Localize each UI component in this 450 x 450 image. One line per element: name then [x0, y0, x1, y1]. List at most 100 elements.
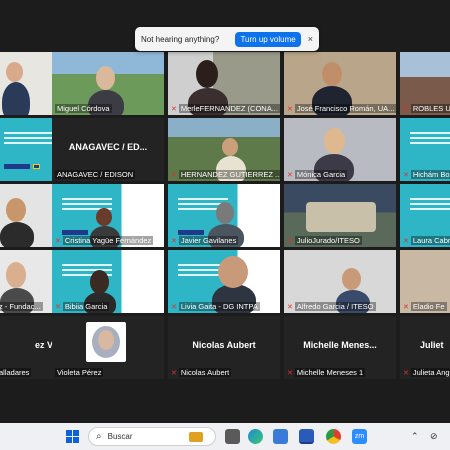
participant-name: Violeta Pérez [55, 368, 104, 377]
chrome-icon[interactable] [326, 429, 341, 444]
participant-name: Javier Gavilanes [178, 236, 239, 245]
participant-name-bar: ✕ Julieta Ang [403, 368, 450, 377]
participant-tile[interactable]: ✕ Bibiia Garcia [52, 250, 164, 313]
participant-name: Bibiia Garcia [62, 302, 110, 311]
participant-name-bar: z - Fundac... [0, 302, 43, 311]
participant-tile[interactable]: ✕ Javier Gavilanes [168, 184, 280, 247]
participant-name: José Francisco Román, UA... [294, 104, 396, 113]
participant-tile[interactable]: ✕ Livia Gaita - DG INTPA [168, 250, 280, 313]
participant-tile[interactable]: ✕ Alfredo Garcia / ITESO [284, 250, 396, 313]
windows-start-icon[interactable] [66, 430, 79, 443]
participant-tile[interactable]: ✕ Cristina Yagüe Fernández [52, 184, 164, 247]
participant-display-name: Juliet [420, 340, 444, 350]
participant-tile[interactable]: ✕ MerleFERNANDEZ (CONA... [168, 52, 280, 115]
participant-tile[interactable]: ✕ JulioJurado/ITESO [284, 184, 396, 247]
mic-muted-icon: ✕ [287, 171, 293, 179]
participant-name: JulioJurado/ITESO [294, 236, 362, 245]
network-off-icon[interactable]: ⊘ [430, 431, 438, 442]
participant-display-name: ANAGAVEC / ED... [68, 142, 148, 152]
participant-name-bar: ✕ Bibiia Garcia [55, 302, 110, 311]
mic-muted-icon: ✕ [171, 237, 177, 245]
participant-tile[interactable]: ✕ José Francisco Román, UA... [284, 52, 396, 115]
search-highlight-icon [189, 431, 203, 442]
word-icon[interactable] [299, 429, 314, 444]
mic-muted-icon: ✕ [171, 303, 177, 311]
participant-tile[interactable]: Nicolas Aubert ✕ Nicolas Aubert [168, 316, 280, 379]
participant-tile[interactable]: ✕ Laura Cabr [400, 184, 450, 247]
turn-up-volume-button[interactable]: Turn up volume [235, 31, 301, 47]
audio-toast: Not hearing anything? Turn up volume × [135, 27, 319, 51]
participant-name: Alfredo Garcia / ITESO [294, 302, 376, 311]
mic-muted-icon: ✕ [403, 171, 409, 179]
participant-display-name: Michelle Menes... [303, 340, 377, 350]
participant-name-bar: alladares [0, 368, 32, 377]
participant-tile[interactable]: Violeta Pérez [52, 316, 164, 379]
mic-muted-icon: ✕ [171, 105, 177, 113]
zoom-meeting-window: Not hearing anything? Turn up volume × M… [0, 0, 450, 450]
mic-muted-icon: ✕ [171, 171, 177, 179]
participant-name: ANAGAVEC / EDISON [55, 170, 136, 179]
participant-name-bar: ✕ JulioJurado/ITESO [287, 236, 362, 245]
participant-name-bar: ✕ José Francisco Román, UA... [287, 104, 396, 113]
participant-name: Laura Cabr [410, 236, 450, 245]
participant-name-bar: ✕ Eladio Fe [403, 302, 447, 311]
participant-name: HERNANDEZ GUTIERREZ ... [178, 170, 280, 179]
participant-name-bar: ✕ Laura Cabr [403, 236, 450, 245]
participant-name: Miguel Córdova [55, 104, 112, 113]
participant-name-bar: ✕ Livia Gaita - DG INTPA [171, 302, 260, 311]
participant-tile[interactable]: Michelle Menes... ✕ Michelle Meneses 1 [284, 316, 396, 379]
file-explorer-icon[interactable] [225, 429, 240, 444]
participant-name: Hichám Bo [410, 170, 450, 179]
participant-name-bar: ✕ HERNANDEZ GUTIERREZ ... [171, 170, 280, 179]
participant-name: Eladio Fe [410, 302, 447, 311]
mic-muted-icon: ✕ [403, 237, 409, 245]
edge-icon[interactable] [248, 429, 263, 444]
participant-name-bar: ✕ MerleFERNANDEZ (CONA... [171, 104, 280, 113]
mic-muted-icon: ✕ [287, 369, 293, 377]
participant-name-bar: ✕ Nicolas Aubert [171, 368, 232, 377]
participant-name: Livia Gaita - DG INTPA [178, 302, 260, 311]
participant-tile[interactable]: ✕ Eladio Fe [400, 250, 450, 313]
taskbar-search[interactable]: ⌕ Buscar [88, 427, 216, 446]
participant-name: Cristina Yagüe Fernández [62, 236, 154, 245]
chevron-up-icon[interactable]: ⌃ [411, 431, 419, 442]
avatar [86, 322, 126, 362]
participant-tile[interactable]: ✕ HERNANDEZ GUTIERREZ ... [168, 118, 280, 181]
participant-name-bar: ✕ Cristina Yagüe Fernández [55, 236, 154, 245]
participant-display-name: Nicolas Aubert [192, 340, 256, 350]
mic-muted-icon: ✕ [287, 237, 293, 245]
mic-muted-icon: ✕ [171, 369, 177, 377]
participant-name-bar: ✕ Javier Gavilanes [171, 236, 239, 245]
zoom-icon[interactable]: zm [352, 429, 367, 444]
windows-taskbar: ⌕ Buscar zm ⌃ ⊘ [0, 423, 450, 450]
participant-name: alladares [0, 368, 32, 377]
mic-muted-icon: ✕ [403, 105, 409, 113]
participant-name-bar: ANAGAVEC / EDISON [55, 170, 136, 179]
participant-tile[interactable]: Juliet ✕ Julieta Ang [400, 316, 450, 379]
participant-name-bar: ✕ ROBLES U [403, 104, 450, 113]
participant-name: ROBLES U [410, 104, 450, 113]
participant-tile[interactable]: ANAGAVEC / ED... ANAGAVEC / EDISON [52, 118, 164, 181]
participant-name: z - Fundac... [0, 302, 43, 311]
participant-tile[interactable]: ✕ Hichám Bo [400, 118, 450, 181]
search-label: Buscar [107, 432, 133, 441]
participant-name-bar: ✕ Hichám Bo [403, 170, 450, 179]
toast-message: Not hearing anything? [141, 34, 220, 44]
participant-name: MerleFERNANDEZ (CONA... [178, 104, 280, 113]
participant-name: Michelle Meneses 1 [294, 368, 366, 377]
store-icon[interactable] [273, 429, 288, 444]
participant-name: Nicolas Aubert [178, 368, 232, 377]
mic-muted-icon: ✕ [55, 237, 61, 245]
mic-muted-icon: ✕ [403, 369, 409, 377]
mic-muted-icon: ✕ [403, 303, 409, 311]
participant-name: Mónica Garcia [294, 170, 348, 179]
participant-name-bar: ✕ Michelle Meneses 1 [287, 368, 366, 377]
close-icon[interactable]: × [308, 34, 313, 44]
participant-name-bar: ✕ Mónica Garcia [287, 170, 348, 179]
mic-muted-icon: ✕ [55, 303, 61, 311]
participant-tile[interactable]: ✕ Mónica Garcia [284, 118, 396, 181]
participant-tile[interactable]: ✕ ROBLES U [400, 52, 450, 115]
participant-tile[interactable]: Miguel Córdova [52, 52, 164, 115]
participant-name: Julieta Ang [410, 368, 450, 377]
participant-name-bar: Violeta Pérez [55, 368, 104, 377]
